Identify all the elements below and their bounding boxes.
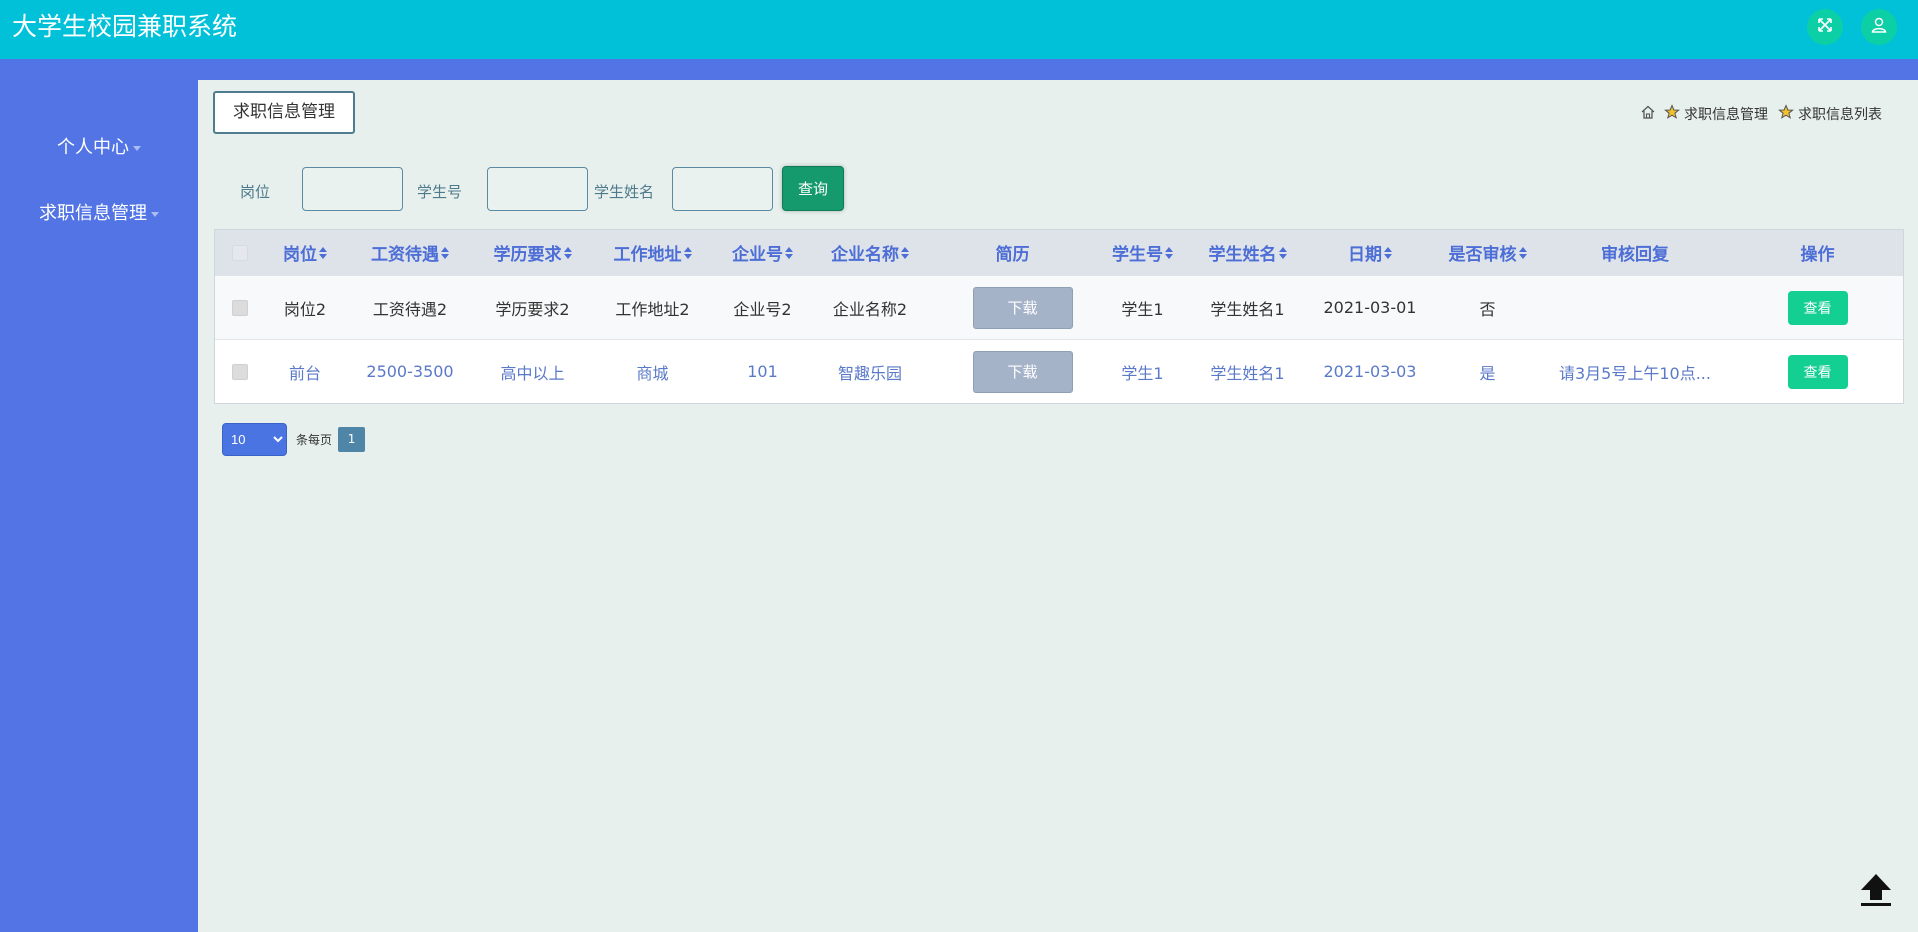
- column-header-education[interactable]: 学历要求: [475, 230, 590, 275]
- breadcrumb: 求职信息管理 求职信息列表: [1636, 104, 1888, 124]
- fullscreen-icon: [1816, 16, 1834, 38]
- home-icon[interactable]: [1636, 104, 1660, 124]
- select-all-checkbox[interactable]: [232, 244, 248, 261]
- cell-company-name: 企业名称2: [832, 299, 908, 319]
- cell-address: 商城: [636, 363, 669, 383]
- column-header-post[interactable]: 岗位: [265, 230, 345, 275]
- post-label: 岗位: [240, 183, 271, 201]
- sort-icon: [901, 246, 909, 259]
- cell-student-no: 学生1: [1121, 363, 1164, 383]
- page-size-select[interactable]: 10: [222, 423, 287, 456]
- row-checkbox[interactable]: [232, 299, 248, 316]
- cell-reply: 请3月5号上午10点...: [1559, 363, 1711, 383]
- column-header-company-name[interactable]: 企业名称: [810, 230, 930, 275]
- sort-icon: [319, 246, 327, 259]
- student-name-label: 学生姓名: [594, 183, 655, 201]
- cell-salary: 2500-3500: [366, 362, 454, 381]
- arrow-up-icon: [1857, 874, 1895, 912]
- cell-post: 前台: [288, 363, 321, 383]
- cell-reply: [1540, 276, 1730, 339]
- cell-company-name: 智趣乐园: [837, 363, 902, 383]
- sidebar: 个人中心 求职信息管理: [0, 80, 198, 932]
- page-title: 求职信息管理: [213, 91, 355, 134]
- sort-icon: [1518, 246, 1527, 259]
- cell-student-name: 学生姓名1: [1210, 299, 1285, 319]
- star-icon: [1660, 104, 1684, 124]
- table-header: 岗位 工资待遇 学历要求 工作地址 企业号 企业名称 简历 学生号 学生姓名 日…: [215, 230, 1903, 275]
- header-strip: [0, 59, 1918, 80]
- sidebar-item-personal-center[interactable]: 个人中心: [0, 128, 198, 168]
- column-header-action: 操作: [1800, 245, 1835, 265]
- fullscreen-button[interactable]: [1807, 9, 1843, 45]
- top-bar: 大学生校园兼职系统: [0, 0, 1918, 59]
- user-button[interactable]: [1861, 9, 1897, 45]
- cell-student-no: 学生1: [1121, 299, 1164, 319]
- breadcrumb-item: 求职信息列表: [1798, 107, 1882, 123]
- cell-company-no: 企业号2: [733, 299, 792, 319]
- column-header-date[interactable]: 日期: [1305, 230, 1435, 275]
- student-name-input[interactable]: [672, 167, 773, 211]
- column-header-student-name[interactable]: 学生姓名: [1190, 230, 1305, 275]
- table-row: 前台 2500-3500 高中以上 商城 101 智趣乐园 下载 学生1 学生姓…: [215, 339, 1903, 403]
- column-header-reply: 审核回复: [1601, 245, 1669, 265]
- back-to-top-button[interactable]: [1857, 870, 1895, 908]
- cell-address: 工作地址2: [615, 299, 690, 319]
- sort-icon: [683, 246, 692, 259]
- app-title: 大学生校园兼职系统: [12, 12, 238, 41]
- sort-icon: [441, 246, 449, 259]
- cell-reviewed: 是: [1479, 363, 1496, 383]
- cell-education: 学历要求2: [495, 299, 570, 319]
- cell-post: 岗位2: [283, 299, 327, 319]
- cell-date: 2021-03-03: [1323, 362, 1417, 381]
- sidebar-item-label: 求职信息管理: [39, 203, 147, 224]
- view-button[interactable]: 查看: [1787, 290, 1848, 325]
- column-header-student-no[interactable]: 学生号: [1095, 230, 1190, 275]
- cell-student-name: 学生姓名1: [1210, 363, 1285, 383]
- column-header-reviewed[interactable]: 是否审核: [1435, 230, 1540, 275]
- column-header-company-no[interactable]: 企业号: [715, 230, 810, 275]
- sidebar-item-job-info[interactable]: 求职信息管理: [0, 194, 198, 234]
- caret-down-icon: [133, 145, 141, 151]
- search-button[interactable]: 查询: [782, 166, 844, 211]
- cell-company-no: 101: [747, 362, 778, 381]
- pagination: 10 条每页 1: [222, 423, 366, 456]
- sort-icon: [1165, 246, 1173, 259]
- column-header-salary[interactable]: 工资待遇: [345, 230, 475, 275]
- resume-download-button[interactable]: 下载: [972, 350, 1073, 393]
- page-number-button[interactable]: 1: [338, 427, 366, 452]
- cell-reviewed: 否: [1479, 299, 1496, 319]
- sort-icon: [785, 246, 793, 259]
- row-checkbox[interactable]: [232, 363, 248, 380]
- cell-date: 2021-03-01: [1323, 298, 1417, 317]
- job-info-table: 岗位 工资待遇 学历要求 工作地址 企业号 企业名称 简历 学生号 学生姓名 日…: [214, 229, 1904, 404]
- column-header-address[interactable]: 工作地址: [590, 230, 715, 275]
- sort-icon: [563, 246, 572, 259]
- cell-salary: 工资待遇2: [372, 299, 448, 319]
- sort-icon: [1278, 246, 1287, 259]
- breadcrumb-item[interactable]: 求职信息管理: [1684, 104, 1768, 124]
- post-input[interactable]: [302, 167, 403, 211]
- view-button[interactable]: 查看: [1787, 354, 1848, 389]
- sort-icon: [1384, 246, 1392, 259]
- student-no-label: 学生号: [417, 183, 463, 201]
- user-icon: [1870, 16, 1888, 38]
- table-row: 岗位2 工资待遇2 学历要求2 工作地址2 企业号2 企业名称2 下载 学生1 …: [215, 275, 1903, 339]
- caret-down-icon: [151, 211, 159, 217]
- cell-education: 高中以上: [500, 363, 565, 383]
- student-no-input[interactable]: [487, 167, 588, 211]
- main-content: 求职信息管理 求职信息管理 求职信息列表: [198, 80, 1918, 932]
- per-page-label: 条每页: [296, 433, 333, 447]
- star-icon: [1774, 104, 1798, 124]
- column-header-resume: 简历: [995, 245, 1030, 265]
- sidebar-item-label: 个人中心: [57, 137, 129, 158]
- resume-download-button[interactable]: 下载: [972, 286, 1073, 329]
